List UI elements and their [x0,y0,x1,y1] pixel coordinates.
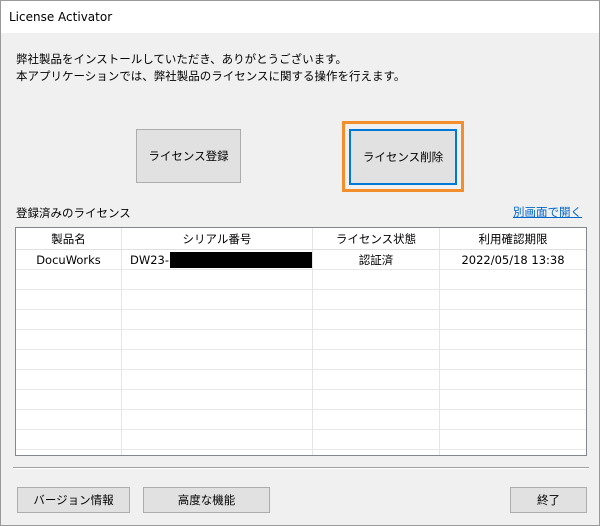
table-row-empty [16,270,586,290]
cell-status: 認証済 [313,250,440,269]
window-title: License Activator [9,10,113,24]
intro-line-2: 本アプリケーションでは、弊社製品のライセンスに関する操作を行えます。 [16,69,406,83]
table-header: 製品名 シリアル番号 ライセンス状態 利用確認期限 [16,228,586,250]
cell-expiry: 2022/05/18 13:38 [461,252,565,267]
table-row-empty [16,410,586,430]
cell-serial: DW23- [122,250,313,269]
license-register-button[interactable]: ライセンス登録 [136,129,241,183]
advanced-features-button[interactable]: 高度な機能 [143,487,270,513]
table-row[interactable]: DocuWorks DW23- 認証済 2022/05/18 13:38 [16,250,586,270]
cell-product: DocuWorks [16,250,122,269]
title-bar: License Activator [1,1,599,33]
column-header-product[interactable]: 製品名 [16,228,122,249]
table-row-empty [16,350,586,370]
table-row-empty [16,310,586,330]
serial-redaction [170,251,312,268]
exit-button[interactable]: 終了 [510,487,587,513]
column-header-expiry[interactable]: 利用確認期限 [440,228,586,249]
serial-prefix: DW23- [130,252,170,267]
table-row-empty [16,290,586,310]
footer-separator [13,467,589,469]
version-info-button[interactable]: バージョン情報 [17,487,130,513]
table-row-empty [16,390,586,410]
column-header-serial[interactable]: シリアル番号 [122,228,313,249]
license-table: 製品名 シリアル番号 ライセンス状態 利用確認期限 DocuWorks DW23… [15,227,587,456]
table-row-empty [16,370,586,390]
open-in-new-window-link[interactable]: 別画面で開く [513,204,582,220]
intro-line-1: 弊社製品をインストールしていただき、ありがとうございます。 [16,52,347,66]
license-activator-window: License Activator 弊社製品をインストールしていただき、ありがと… [0,0,600,526]
table-row-empty [16,450,586,455]
license-delete-button[interactable]: ライセンス削除 [349,129,457,185]
intro-text: 弊社製品をインストールしていただき、ありがとうございます。 本アプリケーションで… [16,51,586,85]
table-row-empty [16,330,586,350]
column-header-status[interactable]: ライセンス状態 [313,228,440,249]
registered-licenses-label: 登録済みのライセンス [16,206,131,220]
table-row-empty [16,430,586,450]
